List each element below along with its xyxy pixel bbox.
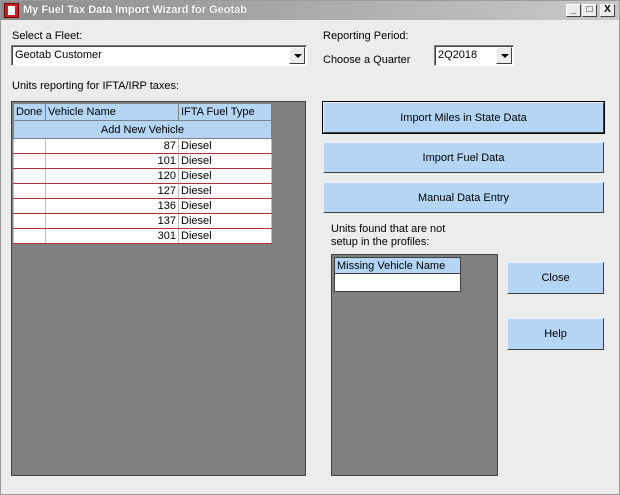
- vehicle-name-cell[interactable]: 137: [45, 213, 179, 229]
- missing-vehicles-grid[interactable]: Missing Vehicle Name: [331, 254, 498, 476]
- close-button[interactable]: Close: [507, 262, 604, 294]
- done-cell[interactable]: [13, 198, 46, 214]
- vehicle-name-cell[interactable]: 101: [45, 153, 179, 169]
- table-row[interactable]: 120 Diesel: [13, 168, 272, 184]
- units-label: Units reporting for IFTA/IRP taxes:: [12, 80, 180, 92]
- done-cell[interactable]: [13, 153, 46, 169]
- table-row[interactable]: 301 Diesel: [13, 228, 272, 244]
- wizard-window: My Fuel Tax Data Import Wizard for Geota…: [0, 0, 620, 495]
- reporting-period-label: Reporting Period:: [323, 30, 409, 42]
- help-button[interactable]: Help: [507, 318, 604, 350]
- quarter-select[interactable]: 2Q2018: [434, 45, 514, 66]
- table-row[interactable]: [334, 273, 461, 292]
- maximize-button[interactable]: □: [582, 4, 597, 17]
- table-row[interactable]: 87 Diesel: [13, 138, 272, 154]
- quarter-label: Choose a Quarter: [323, 54, 411, 66]
- done-cell[interactable]: [13, 228, 46, 244]
- vehicle-name-cell[interactable]: 127: [45, 183, 179, 199]
- units-grid[interactable]: Done Vehicle Name IFTA Fuel Type Add New…: [11, 101, 306, 476]
- fuel-type-cell[interactable]: Diesel: [178, 153, 272, 169]
- title-bar[interactable]: My Fuel Tax Data Import Wizard for Geota…: [1, 1, 619, 20]
- done-cell[interactable]: [13, 213, 46, 229]
- done-cell[interactable]: [13, 138, 46, 154]
- column-header-fuel-type[interactable]: IFTA Fuel Type: [178, 103, 272, 121]
- import-miles-button[interactable]: Import Miles in State Data: [322, 101, 605, 134]
- fuel-type-cell[interactable]: Diesel: [178, 198, 272, 214]
- vehicle-name-cell[interactable]: 120: [45, 168, 179, 184]
- column-header-missing-vehicle-name[interactable]: Missing Vehicle Name: [334, 257, 461, 274]
- manual-entry-button[interactable]: Manual Data Entry: [323, 182, 604, 213]
- window-title: My Fuel Tax Data Import Wizard for Geota…: [23, 4, 248, 16]
- vehicle-name-cell[interactable]: 87: [45, 138, 179, 154]
- fuel-type-cell[interactable]: Diesel: [178, 138, 272, 154]
- fuel-type-cell[interactable]: Diesel: [178, 168, 272, 184]
- missing-vehicles-table: Missing Vehicle Name: [334, 257, 461, 292]
- column-header-done[interactable]: Done: [13, 103, 46, 121]
- vehicle-name-cell[interactable]: 301: [45, 228, 179, 244]
- quarter-select-value: 2Q2018: [438, 49, 478, 61]
- close-window-button[interactable]: X: [600, 4, 615, 17]
- vehicle-name-cell[interactable]: 136: [45, 198, 179, 214]
- import-fuel-button[interactable]: Import Fuel Data: [323, 142, 604, 173]
- fuel-type-cell[interactable]: Diesel: [178, 228, 272, 244]
- table-row[interactable]: 137 Diesel: [13, 213, 272, 229]
- app-icon: [4, 3, 19, 18]
- chevron-down-icon[interactable]: [289, 47, 305, 64]
- add-new-vehicle-button[interactable]: Add New Vehicle: [13, 120, 272, 139]
- fuel-type-cell[interactable]: Diesel: [178, 213, 272, 229]
- table-row[interactable]: 127 Diesel: [13, 183, 272, 199]
- fleet-label: Select a Fleet:: [12, 30, 83, 42]
- fleet-select-value: Geotab Customer: [15, 49, 102, 61]
- column-header-vehicle-name[interactable]: Vehicle Name: [45, 103, 179, 121]
- fleet-select[interactable]: Geotab Customer: [11, 45, 307, 66]
- table-row[interactable]: 101 Diesel: [13, 153, 272, 169]
- done-cell[interactable]: [13, 168, 46, 184]
- units-table: Done Vehicle Name IFTA Fuel Type Add New…: [13, 103, 272, 244]
- done-cell[interactable]: [13, 183, 46, 199]
- missing-units-label-line1: Units found that are not: [331, 223, 446, 235]
- minimize-button[interactable]: _: [566, 4, 581, 17]
- fuel-type-cell[interactable]: Diesel: [178, 183, 272, 199]
- chevron-down-icon[interactable]: [496, 47, 512, 64]
- missing-units-label-line2: setup in the profiles:: [331, 236, 430, 248]
- table-row[interactable]: 136 Diesel: [13, 198, 272, 214]
- missing-vehicle-cell[interactable]: [334, 273, 461, 292]
